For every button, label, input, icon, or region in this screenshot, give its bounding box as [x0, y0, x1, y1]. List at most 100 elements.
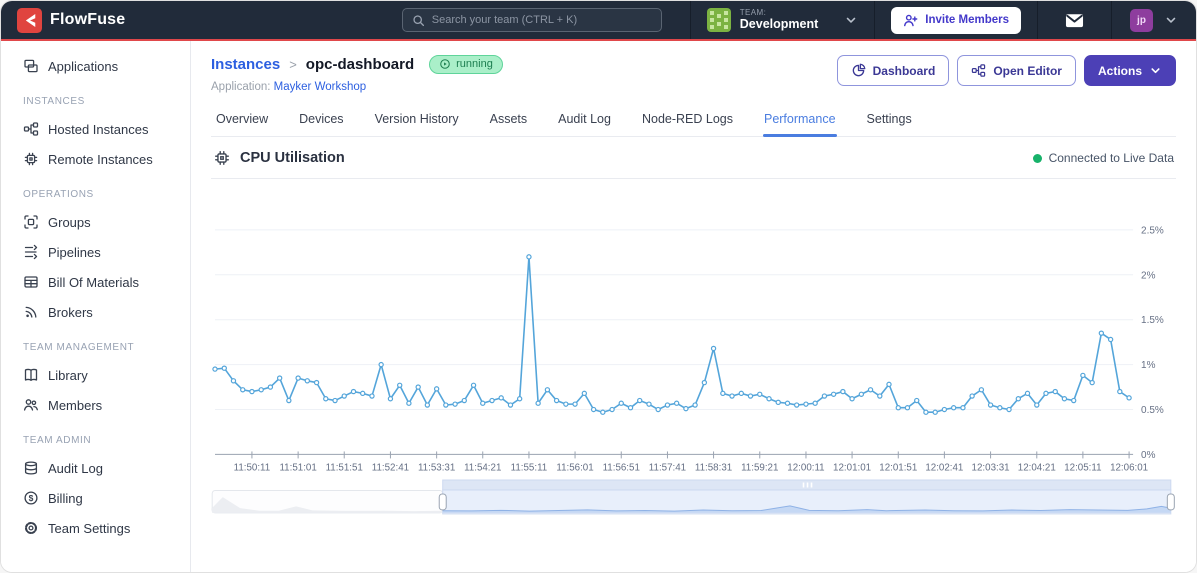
team-settings-icon	[23, 520, 39, 536]
tab-assets[interactable]: Assets	[489, 106, 529, 136]
pie-chart-icon	[851, 63, 866, 78]
sidebar-item-hosted-instances[interactable]: Hosted Instances	[1, 114, 190, 144]
breadcrumb-instances-link[interactable]: Instances	[211, 56, 280, 73]
library-icon	[23, 367, 39, 383]
svg-text:12:04:21: 12:04:21	[1018, 462, 1056, 473]
team-label: TEAM:	[739, 8, 767, 18]
svg-text:12:06:01: 12:06:01	[1110, 462, 1148, 473]
actions-button-label: Actions	[1097, 63, 1142, 78]
applications-icon	[23, 58, 39, 74]
team-name: Development	[739, 17, 819, 32]
user-menu[interactable]: jp	[1111, 1, 1196, 39]
mail-icon[interactable]	[1058, 10, 1091, 31]
tab-devices[interactable]: Devices	[298, 106, 344, 136]
sidebar-item-audit-log[interactable]: Audit Log	[1, 453, 190, 483]
sidebar-item-team-settings[interactable]: Team Settings	[1, 513, 190, 543]
sidebar-item-label: Audit Log	[48, 460, 103, 476]
svg-text:0%: 0%	[1141, 450, 1156, 461]
chevron-down-icon	[1164, 13, 1178, 27]
chevron-down-icon	[844, 13, 858, 27]
team-selector[interactable]: TEAM: Development	[689, 1, 875, 39]
sidebar-item-label: Billing	[48, 490, 83, 506]
application-link[interactable]: Mayker Workshop	[274, 81, 366, 93]
sidebar-item-pipelines[interactable]: Pipelines	[1, 237, 190, 267]
invite-members-label: Invite Members	[925, 14, 1009, 26]
sidebar-item-library[interactable]: Library	[1, 360, 190, 390]
sidebar-item-label: Members	[48, 397, 103, 413]
svg-text:11:55:11: 11:55:11	[511, 462, 548, 473]
invite-members-section: Invite Members	[874, 1, 1037, 39]
svg-text:11:53:31: 11:53:31	[418, 462, 455, 473]
top-navbar: FlowFuse TEAM: Development	[1, 1, 1196, 39]
sidebar-item-label: Bill Of Materials	[48, 274, 140, 290]
chart-range-navigator[interactable]	[211, 478, 1176, 516]
sidebar-section-team-admin: TEAM ADMIN	[23, 435, 92, 446]
sidebar-item-label: Pipelines	[48, 244, 101, 260]
svg-text:12:02:41: 12:02:41	[925, 462, 963, 473]
tab-performance[interactable]: Performance	[762, 106, 837, 137]
sidebar-item-bill-of-materials[interactable]: Bill Of Materials	[1, 267, 190, 297]
svg-text:11:52:41: 11:52:41	[372, 462, 409, 473]
live-data-status: Connected to Live Data	[1032, 151, 1174, 165]
dashboard-button[interactable]: Dashboard	[836, 55, 950, 86]
flowfuse-logo-icon	[17, 7, 42, 33]
sidebar-item-brokers[interactable]: Brokers	[1, 297, 190, 327]
svg-text:0.5%: 0.5%	[1141, 405, 1164, 416]
search-input[interactable]	[431, 14, 652, 26]
pipelines-icon	[23, 244, 39, 260]
cpu-utilisation-chart: 11:50:11 11:51:01 11:51:51 11:52:41 11:53:31…	[211, 183, 1176, 474]
live-status-label: Connected to Live Data	[1048, 151, 1174, 165]
svg-text:11:58:31: 11:58:31	[695, 462, 732, 473]
team-search[interactable]	[401, 8, 662, 32]
notifications-section	[1037, 1, 1111, 39]
sidebar-item-groups[interactable]: Groups	[1, 207, 190, 237]
main-content: Instances > opc-dashboard running Applic…	[191, 41, 1196, 572]
hosted-instances-icon	[23, 121, 39, 137]
tab-overview[interactable]: Overview	[215, 106, 269, 136]
sidebar-item-label: Remote Instances	[48, 151, 153, 167]
tab-node-red-logs[interactable]: Node-RED Logs	[641, 106, 734, 136]
status-badge: running	[429, 55, 503, 74]
sidebar-item-billing[interactable]: $ Billing	[1, 483, 190, 513]
team-avatar	[706, 8, 731, 32]
user-avatar: jp	[1130, 8, 1153, 32]
sidebar-item-remote-instances[interactable]: Remote Instances	[1, 144, 190, 174]
svg-text:11:54:21: 11:54:21	[464, 462, 501, 473]
search-icon	[412, 14, 425, 27]
app-window: FlowFuse TEAM: Development	[0, 0, 1197, 573]
audit-log-icon	[23, 460, 39, 476]
svg-text:2.5%: 2.5%	[1141, 225, 1164, 236]
svg-text:11:50:11: 11:50:11	[234, 462, 271, 473]
sidebar-section-instances: INSTANCES	[23, 96, 85, 107]
brokers-icon	[23, 304, 39, 320]
play-circle-icon	[439, 58, 451, 70]
open-editor-button[interactable]: Open Editor	[957, 55, 1076, 86]
sidebar-item-applications[interactable]: Applications	[1, 51, 190, 81]
tab-audit-log[interactable]: Audit Log	[557, 106, 612, 136]
instance-tabs: Overview Devices Version History Assets Audi…	[211, 106, 1176, 137]
sidebar-item-label: Brokers	[48, 304, 93, 320]
breadcrumb: Instances > opc-dashboard running	[211, 55, 503, 74]
sidebar-section-team-management: TEAM MANAGEMENT	[23, 342, 135, 353]
svg-text:11:51:51: 11:51:51	[326, 462, 363, 473]
svg-text:11:51:01: 11:51:01	[279, 462, 316, 473]
panel-title: CPU Utilisation	[240, 150, 345, 166]
actions-button[interactable]: Actions	[1083, 55, 1176, 86]
performance-panel: CPU Utilisation Connected to Live Data 1…	[211, 137, 1176, 516]
status-badge-label: running	[456, 58, 493, 70]
svg-text:12:00:11: 12:00:11	[787, 462, 824, 473]
bill-of-materials-icon	[23, 274, 39, 290]
sidebar-item-label: Groups	[48, 214, 91, 230]
svg-text:11:59:21: 11:59:21	[741, 462, 778, 473]
tab-settings[interactable]: Settings	[866, 106, 913, 136]
sidebar-item-label: Applications	[48, 58, 119, 74]
user-plus-icon	[903, 13, 918, 28]
groups-icon	[23, 214, 39, 230]
tab-version-history[interactable]: Version History	[374, 106, 460, 136]
chevron-down-icon	[1149, 64, 1162, 77]
brand[interactable]: FlowFuse	[1, 1, 139, 39]
svg-text:1.5%: 1.5%	[1141, 315, 1164, 326]
sidebar-item-members[interactable]: Members	[1, 390, 190, 420]
invite-members-button[interactable]: Invite Members	[891, 6, 1021, 34]
sidebar-item-label: Team Settings	[48, 520, 131, 536]
